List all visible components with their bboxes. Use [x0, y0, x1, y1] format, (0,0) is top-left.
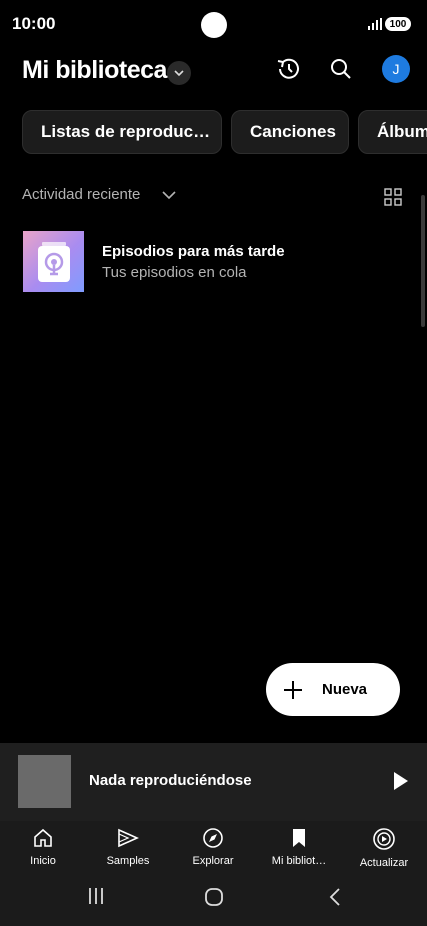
signal-icon [368, 18, 382, 30]
camera-cutout [201, 12, 227, 38]
avatar[interactable]: J [382, 55, 410, 83]
nav-item-home[interactable]: Inicio [3, 827, 83, 867]
library-switch-button[interactable] [167, 61, 191, 85]
new-playlist-button[interactable]: Nueva [266, 663, 400, 716]
new-button-label: Nueva [322, 681, 368, 698]
now-playing-title: Nada reproduciéndose [89, 772, 252, 789]
chip-songs[interactable]: Canciones [231, 110, 349, 154]
nav-label-samples: Samples [106, 855, 150, 867]
home-system-icon[interactable] [203, 886, 225, 908]
now-playing-artwork [18, 755, 71, 808]
podcast-icon [37, 241, 70, 282]
nav-label-explore: Explorar [192, 855, 234, 867]
history-icon [277, 58, 299, 79]
chip-albums[interactable]: Álbum [358, 110, 427, 154]
explore-icon [203, 828, 223, 848]
list-item-title[interactable]: Episodios para más tarde [102, 243, 285, 260]
upgrade-icon [373, 828, 395, 850]
search-icon [331, 59, 351, 79]
chevron-down-icon[interactable] [160, 186, 178, 204]
scrollbar[interactable] [421, 195, 425, 327]
back-icon[interactable] [325, 886, 345, 908]
samples-icon [118, 828, 139, 848]
chevron-down-icon [174, 70, 184, 77]
grid-view-icon[interactable] [384, 188, 402, 206]
nav-label-upgrade: Actualizar [359, 857, 409, 869]
nav-item-library[interactable]: Mi bibliot… [259, 827, 339, 867]
nav-item-upgrade[interactable]: Actualizar [344, 827, 424, 869]
battery-indicator: 100 [385, 17, 411, 31]
page-title: Mi biblioteca [22, 56, 167, 84]
home-icon [34, 828, 52, 847]
recent-apps-icon[interactable] [86, 886, 106, 906]
episodes-thumbnail[interactable] [23, 231, 84, 292]
list-item-subtitle: Tus episodios en cola [102, 264, 247, 281]
chip-playlists[interactable]: Listas de reproduc… [22, 110, 222, 154]
nav-label-library: Mi bibliot… [271, 855, 327, 867]
nav-label-home: Inicio [30, 855, 56, 867]
sort-label[interactable]: Actividad reciente [22, 186, 140, 203]
nav-item-explore[interactable]: Explorar [173, 827, 253, 867]
nav-item-samples[interactable]: Samples [88, 827, 168, 867]
play-icon[interactable] [392, 771, 410, 791]
search-button[interactable] [326, 54, 356, 84]
plus-icon [284, 680, 302, 699]
library-icon [293, 829, 305, 847]
history-button[interactable] [273, 54, 303, 84]
status-time: 10:00 [12, 14, 56, 33]
